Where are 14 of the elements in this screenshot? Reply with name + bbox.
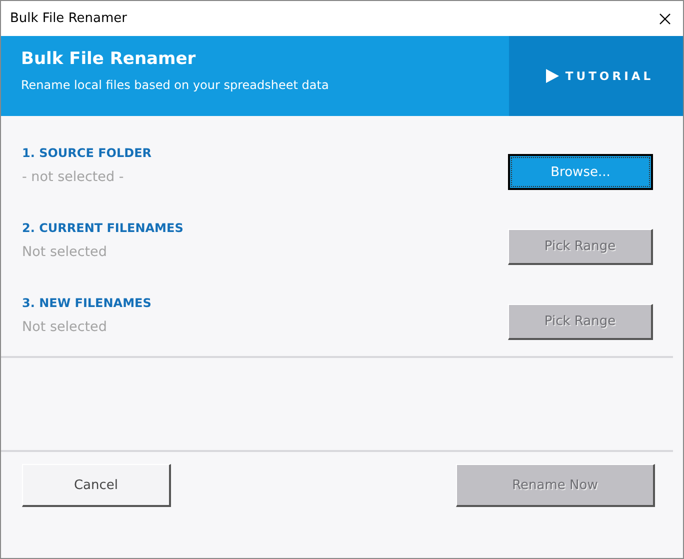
window-title: Bulk File Renamer <box>10 11 127 26</box>
tutorial-button[interactable]: TUTORIAL <box>509 36 683 116</box>
section-heading: 1. SOURCE FOLDER <box>22 146 152 160</box>
action-button[interactable]: Cancel <box>22 464 171 507</box>
app-title: Bulk File Renamer <box>21 49 197 69</box>
close-icon[interactable] <box>659 12 671 24</box>
action-button[interactable]: Browse... <box>508 154 653 190</box>
app-subtitle: Rename local files based on your spreadsheet data <box>21 78 330 92</box>
play-icon <box>546 69 560 83</box>
selection-status: - not selected - <box>22 169 125 185</box>
selection-status: Not selected <box>22 244 108 260</box>
selection-status: Not selected <box>22 319 108 335</box>
section-heading: 3. NEW FILENAMES <box>22 296 152 310</box>
section-heading: 2. CURRENT FILENAMES <box>22 221 184 235</box>
